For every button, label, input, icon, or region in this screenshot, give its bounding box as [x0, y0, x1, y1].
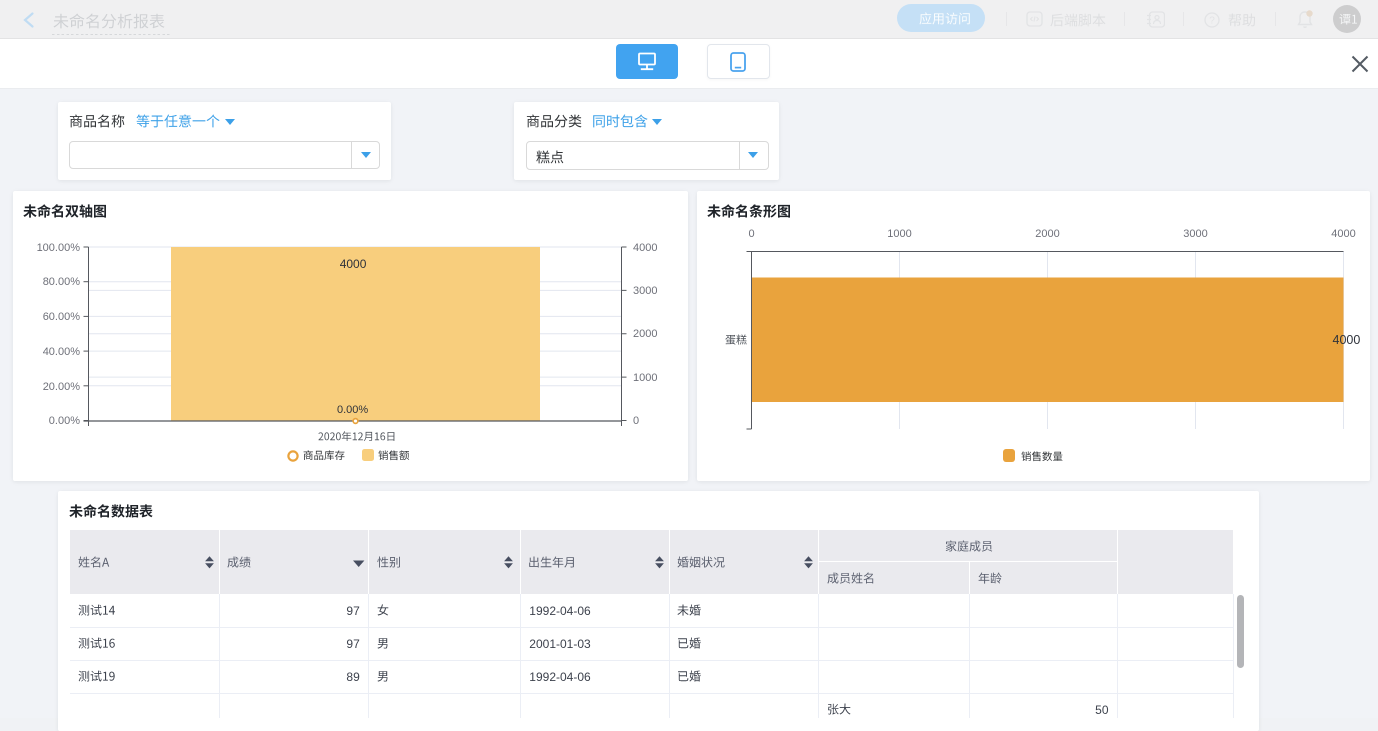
- svg-text:?: ?: [1209, 16, 1215, 27]
